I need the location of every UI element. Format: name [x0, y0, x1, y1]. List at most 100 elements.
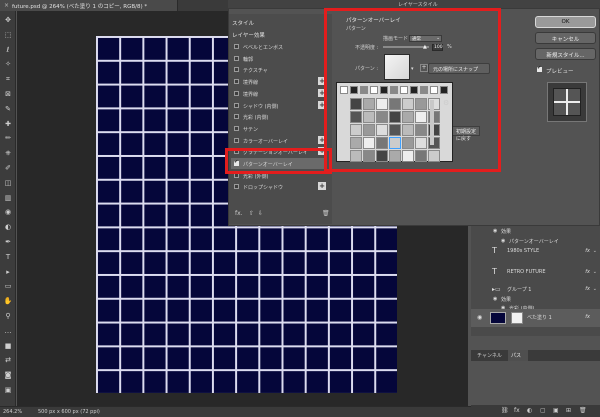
new-layer-icon[interactable]: ⊞: [566, 407, 571, 414]
effect-checkbox[interactable]: [234, 114, 239, 120]
add-effect-icon[interactable]: +: [318, 182, 326, 191]
styles-header[interactable]: スタイル: [232, 19, 254, 27]
fx-icon[interactable]: fx: [585, 314, 590, 320]
healing-brush-icon[interactable]: ✚: [3, 119, 13, 129]
eyedropper-icon[interactable]: ✎: [3, 104, 13, 114]
marquee-tool-icon[interactable]: ⬚: [3, 30, 13, 40]
effect-checkbox[interactable]: [234, 137, 239, 143]
effect-item[interactable]: 光彩 (内側): [231, 111, 327, 122]
eye-icon[interactable]: ◉: [493, 296, 497, 302]
folder-icon[interactable]: ▣: [553, 407, 559, 414]
effect-item[interactable]: 輪郭: [231, 53, 327, 64]
blur-icon[interactable]: ◉: [3, 207, 13, 217]
effect-item-label: ドロップシャドウ: [243, 185, 284, 192]
chevron-down-icon[interactable]: ⌄: [593, 248, 597, 254]
folder-icon[interactable]: ▸▭: [492, 286, 501, 293]
more-icon[interactable]: …: [3, 326, 13, 336]
effect-item[interactable]: 境界線 +: [231, 88, 327, 99]
chevron-down-icon[interactable]: ⌄: [593, 269, 597, 275]
stamp-tool-icon[interactable]: ⎈: [3, 148, 13, 158]
highlight-box-pattern-overlay-item: [225, 148, 332, 174]
history-brush-icon[interactable]: ✐: [3, 163, 13, 173]
path-select-icon[interactable]: ▸: [3, 267, 13, 277]
chevron-down-icon[interactable]: ⌄: [593, 286, 597, 292]
layer-name: グループ 1: [507, 287, 532, 293]
effect-checkbox[interactable]: [234, 44, 239, 49]
brush-tool-icon[interactable]: ✏: [3, 133, 13, 143]
effect-item[interactable]: ベベルとエンボス: [231, 41, 327, 52]
zoom-tool-icon[interactable]: ⚲: [3, 311, 13, 321]
effect-checkbox[interactable]: [234, 55, 239, 61]
layer-effect-row[interactable]: ◉ 効果: [471, 226, 600, 236]
layer-row[interactable]: ▸▭ グループ 1 fx ⌄: [471, 284, 600, 294]
effect-item[interactable]: カラーオーバーレイ +: [231, 135, 327, 146]
effect-item[interactable]: シャドウ (内側) +: [231, 100, 327, 111]
trash-icon[interactable]: 🗑: [322, 210, 330, 217]
type-tool-icon[interactable]: T: [3, 252, 13, 262]
effect-checkbox[interactable]: [234, 102, 239, 108]
preview-checkbox[interactable]: プレビュー: [537, 65, 592, 75]
lasso-tool-icon[interactable]: ℓ: [3, 45, 13, 55]
styles-list-footer: fx. ⇧ ⇩ 🗑: [231, 208, 330, 220]
effect-checkbox[interactable]: [234, 90, 239, 96]
layer-fill-row[interactable]: ◉ べた塗り 1 fx: [471, 309, 600, 327]
effect-item[interactable]: ドロップシャドウ +: [231, 181, 327, 192]
effect-item[interactable]: 境界線 +: [231, 76, 327, 87]
layer-effect-row[interactable]: ◉ パターンオーバーレイ: [471, 236, 600, 246]
swap-icon[interactable]: ⇄: [3, 355, 13, 365]
layer-name: パターンオーバーレイ: [509, 239, 559, 245]
trash-icon[interactable]: 🗑: [579, 407, 587, 414]
fx-icon[interactable]: fx: [585, 269, 590, 275]
color-swatch-icon[interactable]: ■: [3, 341, 13, 351]
fx-icon[interactable]: fx: [585, 286, 590, 292]
close-tab-icon[interactable]: ×: [4, 2, 9, 9]
new-style-button[interactable]: 新規スタイル...: [535, 48, 596, 60]
effect-item-label: カラーオーバーレイ: [243, 138, 288, 145]
layer-row[interactable]: T 1980s STYLE fx ⌄: [471, 246, 600, 256]
rectangle-icon[interactable]: ▭: [3, 281, 13, 291]
gradient-icon[interactable]: ▥: [3, 193, 13, 203]
preview-checkbox-box[interactable]: [537, 65, 542, 72]
adjustment-icon[interactable]: ◐: [527, 407, 532, 414]
document-tab[interactable]: × future.psd @ 264% (べた塗り 1 のコピー, RGB/8)…: [0, 0, 178, 11]
magic-wand-icon[interactable]: ✧: [3, 59, 13, 69]
document-size: 500 px x 600 px (72 ppi): [38, 409, 100, 415]
effect-checkbox[interactable]: [234, 79, 239, 85]
move-down-icon[interactable]: ⇩: [258, 210, 263, 217]
highlight-box-pattern-settings: [324, 8, 501, 172]
layer-mask-thumbnail: [511, 312, 523, 324]
quick-mask-icon[interactable]: ◙: [3, 370, 13, 380]
dialog-titlebar[interactable]: レイヤースタイル: [228, 0, 600, 8]
effect-item[interactable]: テクスチャ: [231, 64, 327, 75]
eye-icon[interactable]: ◉: [493, 228, 497, 234]
link-icon[interactable]: ⛓: [501, 407, 509, 414]
screen-mode-icon[interactable]: ▣: [3, 385, 13, 395]
crop-tool-icon[interactable]: ⌗: [3, 74, 13, 84]
zoom-readout[interactable]: 264.2%: [3, 409, 22, 415]
tab-channels[interactable]: チャンネル: [477, 352, 502, 359]
effect-checkbox[interactable]: [234, 184, 239, 190]
eye-icon[interactable]: ◉: [501, 238, 505, 244]
tab-paths[interactable]: パス: [508, 350, 528, 361]
eye-icon[interactable]: ◉: [477, 314, 482, 321]
ok-button[interactable]: OK: [535, 16, 596, 28]
fx-icon[interactable]: fx: [514, 407, 520, 414]
dodge-icon[interactable]: ◐: [3, 222, 13, 232]
move-up-icon[interactable]: ⇧: [249, 210, 254, 217]
frame-tool-icon[interactable]: ⊠: [3, 89, 13, 99]
effects-header[interactable]: レイヤー効果: [232, 31, 265, 39]
fx-icon[interactable]: fx: [585, 248, 590, 254]
effect-checkbox[interactable]: [234, 125, 239, 131]
move-tool-icon[interactable]: ✥: [3, 15, 13, 25]
preview-label: プレビュー: [546, 69, 574, 75]
hand-tool-icon[interactable]: ✋: [3, 296, 13, 306]
cancel-button[interactable]: キャンセル: [535, 32, 596, 44]
pen-tool-icon[interactable]: ✒: [3, 237, 13, 247]
effect-item[interactable]: サテン: [231, 123, 327, 134]
eraser-icon[interactable]: ◫: [3, 178, 13, 188]
fx-menu-icon[interactable]: fx.: [235, 210, 243, 217]
mask-icon[interactable]: ▢: [540, 407, 546, 414]
layer-row[interactable]: T RETRO FUTURE fx ⌄: [471, 267, 600, 277]
effect-checkbox[interactable]: [234, 67, 239, 73]
effect-item-label: 光彩 (内側): [243, 115, 269, 122]
